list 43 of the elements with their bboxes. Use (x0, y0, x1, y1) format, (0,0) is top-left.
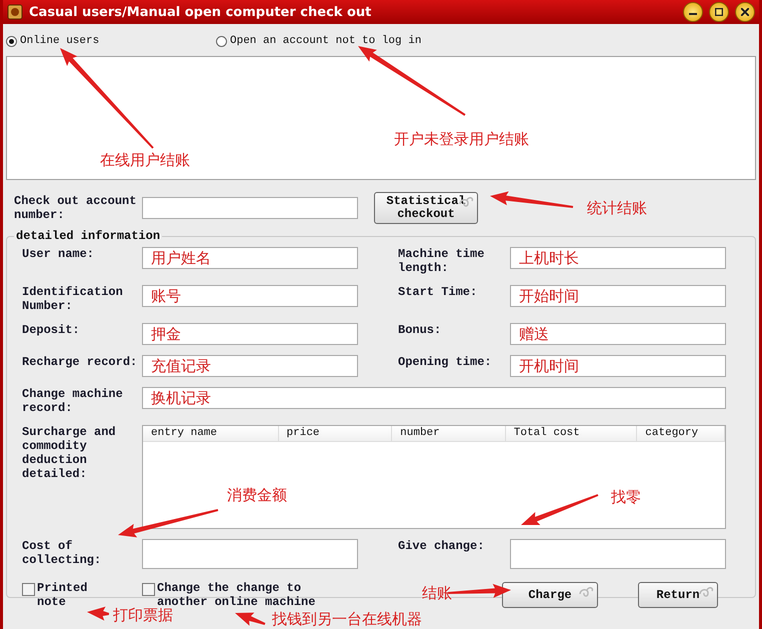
input-field[interactable]: 充值记录 (142, 355, 358, 377)
input-field[interactable]: 账号 (142, 285, 358, 307)
field-label: Opening time: (398, 355, 493, 369)
input-field[interactable]: 换机记录 (142, 387, 726, 409)
column-header[interactable]: Total cost (506, 426, 638, 441)
input-field[interactable]: 开机时间 (510, 355, 726, 377)
column-header[interactable]: entry name (143, 426, 279, 441)
column-header[interactable]: number (392, 426, 506, 441)
radio-button[interactable]: Online users (6, 35, 216, 47)
statistical-checkout-button[interactable]: Statistical checkout (374, 192, 478, 224)
field-label: Change machine record: (22, 387, 124, 415)
field-label: Bonus: (398, 323, 442, 337)
field-label: User name: (22, 247, 96, 261)
field-label: Cost of collecting: (22, 539, 102, 567)
field-label: Machine time length: (398, 247, 486, 275)
checkbox-label: Printed note (37, 581, 88, 609)
annotation-text: 统计结账 (587, 199, 647, 218)
input-field[interactable]: 押金 (142, 323, 358, 345)
field-label: Recharge record: (22, 355, 138, 369)
field-label: Identification Number: (22, 285, 124, 313)
annotation-text: 消费金额 (227, 486, 287, 505)
field-label: Give change: (398, 539, 486, 553)
input-field[interactable]: 赠送 (510, 323, 726, 345)
charge-button[interactable]: Charge (502, 582, 598, 608)
radio-button[interactable]: Open an account not to log in (216, 35, 616, 47)
annotation-text: 结账 (422, 584, 452, 603)
field-label: Deposit: (22, 323, 81, 337)
annotation-text: 找零 (611, 488, 641, 507)
field-label: Start Time: (398, 285, 478, 299)
column-header[interactable]: category (637, 426, 725, 441)
annotation-text: 开户未登录用户结账 (394, 130, 529, 149)
checkbox-label: Change the change to another online machine (157, 581, 316, 609)
annotation-text: 找钱到另一台在线机器 (272, 610, 422, 629)
return-button[interactable]: Return (638, 582, 718, 608)
window-title: Casual users/Manual open computer check out (29, 4, 372, 20)
field-label: Surcharge and commodity deduction detailed: (22, 425, 117, 481)
input-field[interactable]: 开始时间 (510, 285, 726, 307)
field-label: Check out account number: (14, 194, 138, 222)
column-header[interactable]: price (278, 426, 392, 441)
annotation-text: 在线用户结账 (100, 151, 190, 170)
input-field[interactable]: 用户姓名 (142, 247, 358, 269)
input-field[interactable]: 上机时长 (510, 247, 726, 269)
annotation-text: 打印票据 (113, 606, 173, 625)
